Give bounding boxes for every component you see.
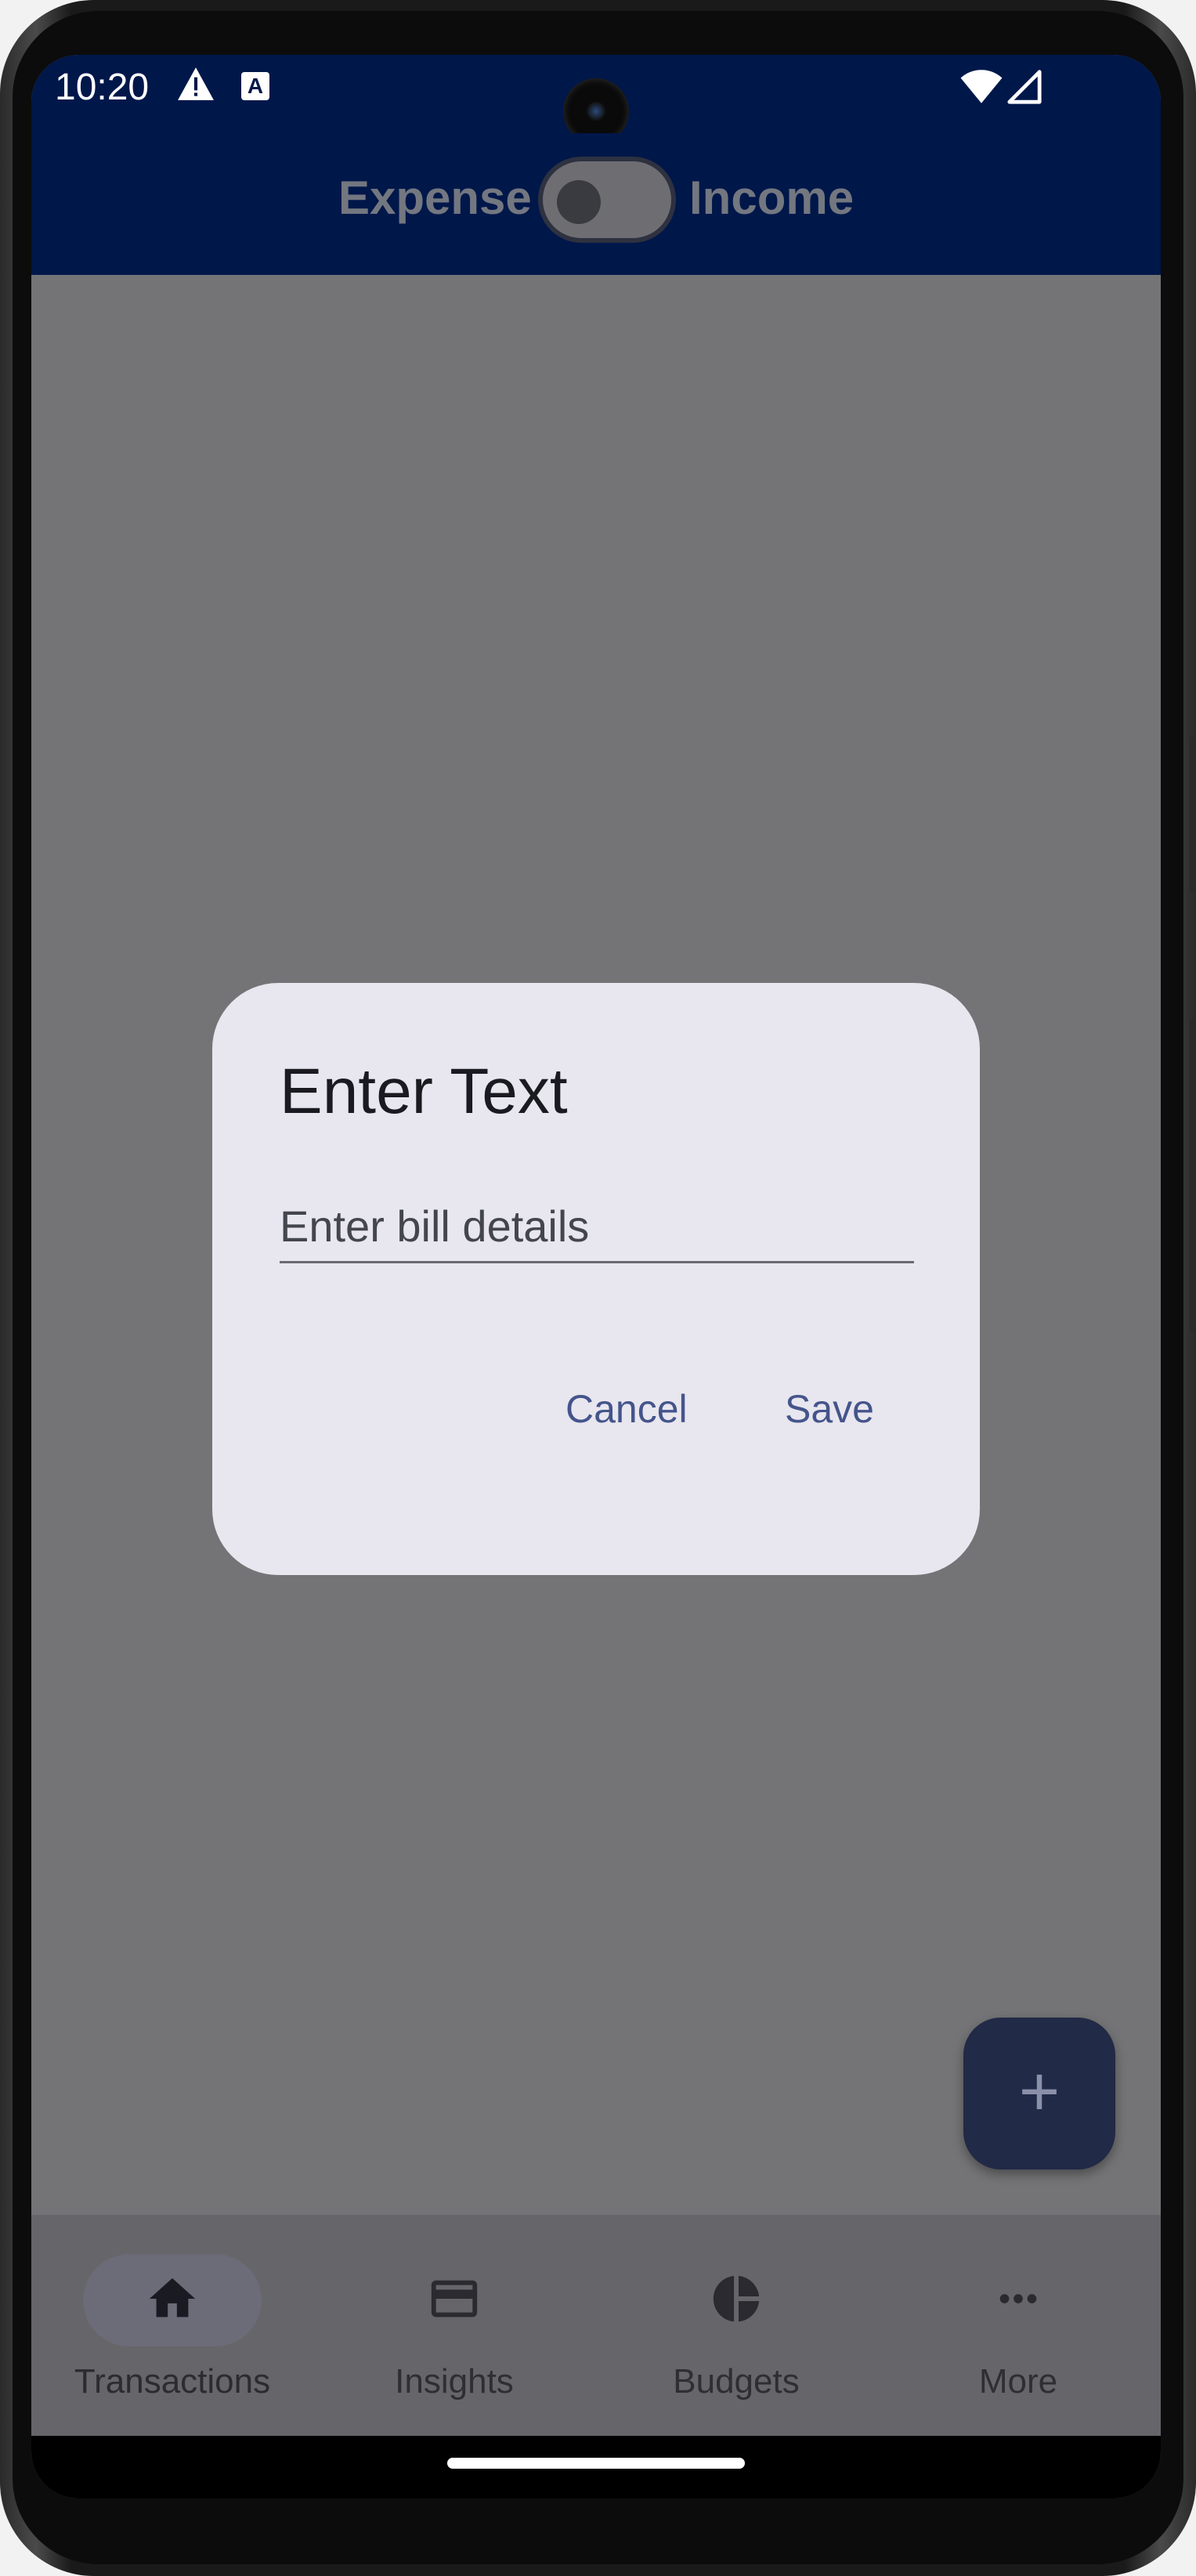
status-bar: 10:20 A bbox=[31, 55, 1161, 144]
add-transaction-button[interactable]: + bbox=[963, 2018, 1115, 2170]
bottom-navigation: Transactions Insights Budgets More bbox=[31, 2215, 1161, 2436]
app-bar: Expense Income bbox=[31, 133, 1161, 275]
nav-label-insights: Insights bbox=[395, 2362, 514, 2401]
expense-label: Expense bbox=[338, 172, 532, 224]
home-icon bbox=[149, 2278, 196, 2318]
expense-income-toggle[interactable] bbox=[538, 157, 676, 243]
power-button bbox=[1190, 736, 1196, 893]
a-notification-icon: A bbox=[241, 72, 269, 100]
dialog-title: Enter Text bbox=[280, 1056, 568, 1127]
home-indicator[interactable] bbox=[447, 2458, 745, 2469]
enter-text-dialog: Enter Text Cancel Save bbox=[212, 983, 980, 1575]
volume-button bbox=[1190, 1018, 1196, 1331]
nav-label-budgets: Budgets bbox=[673, 2362, 800, 2401]
nav-item-more[interactable]: More bbox=[877, 2215, 1159, 2436]
cancel-button[interactable]: Cancel bbox=[565, 1386, 688, 1432]
wifi-icon bbox=[960, 70, 1003, 103]
bill-details-input[interactable] bbox=[280, 1190, 914, 1263]
more-horiz-icon bbox=[999, 2294, 1037, 2303]
save-button[interactable]: Save bbox=[785, 1386, 874, 1432]
gesture-bar-area bbox=[31, 2436, 1161, 2498]
nav-item-budgets[interactable]: Budgets bbox=[595, 2215, 877, 2436]
plus-icon: + bbox=[1018, 2053, 1061, 2131]
phone-frame: 10:20 A Expense Income Enter Text Enter … bbox=[0, 0, 1196, 2576]
income-label: Income bbox=[689, 172, 855, 224]
nav-label-more: More bbox=[978, 2362, 1058, 2401]
nav-label-transactions: Transactions bbox=[74, 2362, 271, 2401]
toggle-thumb bbox=[557, 180, 601, 224]
signal-icon bbox=[1007, 70, 1042, 104]
nav-item-insights[interactable]: Insights bbox=[313, 2215, 595, 2436]
credit-card-icon bbox=[431, 2280, 478, 2318]
screen: 10:20 A Expense Income Enter Text Enter … bbox=[31, 55, 1161, 2498]
nav-item-transactions[interactable]: Transactions bbox=[31, 2215, 313, 2436]
status-time: 10:20 bbox=[55, 67, 150, 108]
warning-icon bbox=[178, 67, 214, 100]
pie-chart-icon bbox=[713, 2275, 760, 2322]
